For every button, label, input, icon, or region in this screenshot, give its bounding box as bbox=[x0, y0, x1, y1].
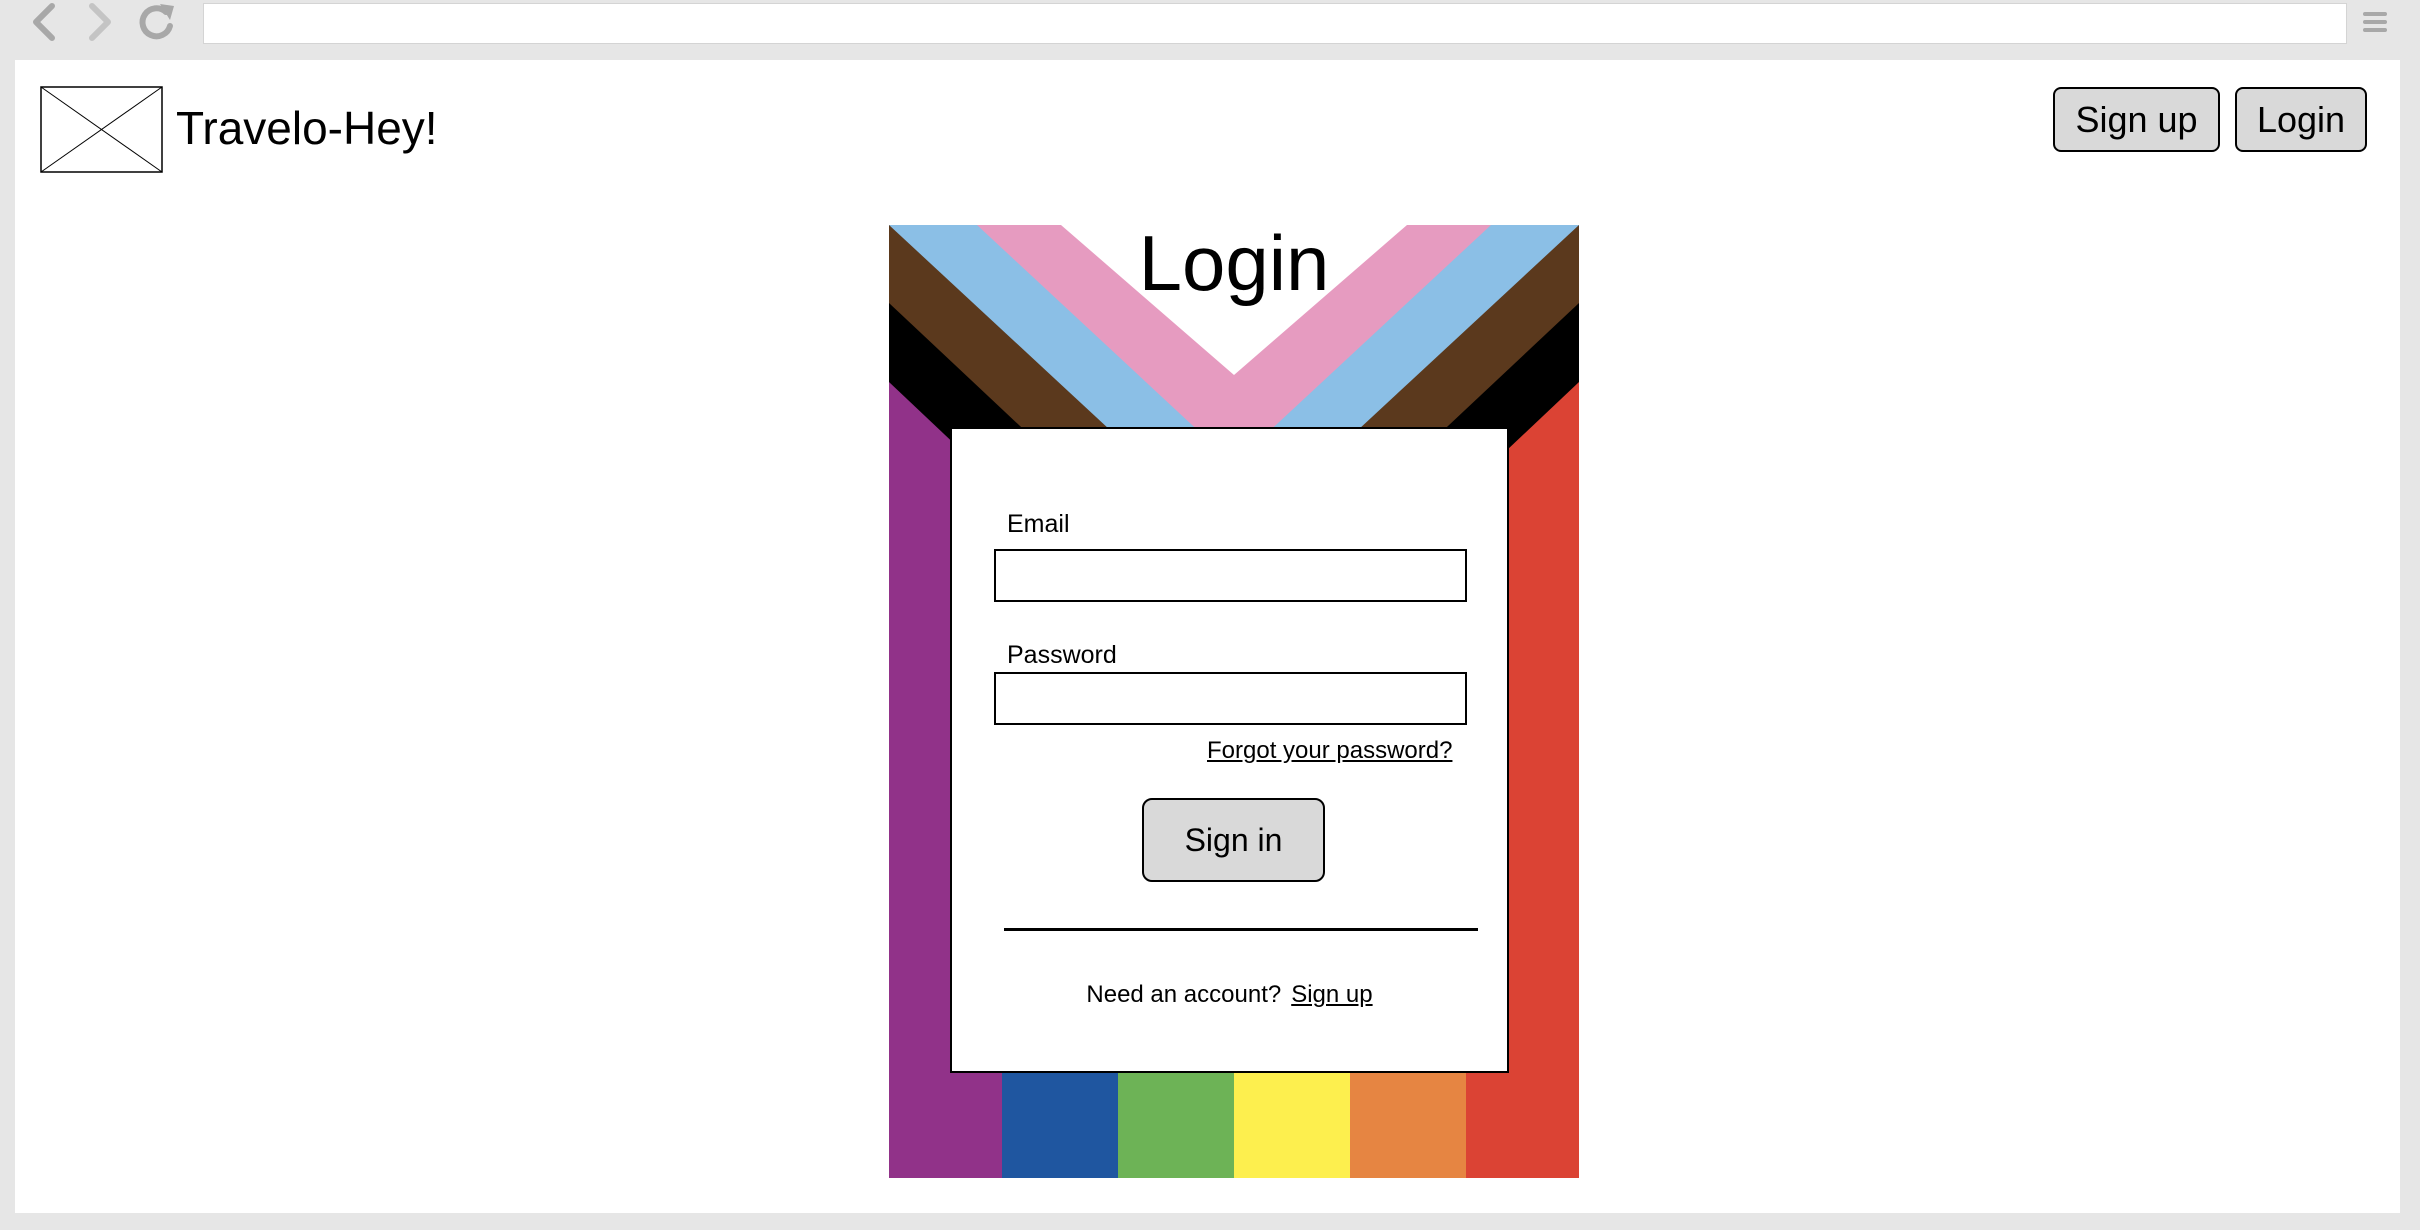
signup-prompt: Need an account? Sign up bbox=[952, 980, 1507, 1010]
forgot-password-link[interactable]: Forgot your password? bbox=[1207, 736, 1452, 766]
email-field[interactable] bbox=[994, 549, 1467, 602]
header-signup-button[interactable]: Sign up bbox=[2053, 87, 2220, 152]
logo-image-placeholder bbox=[40, 86, 163, 173]
signup-link[interactable]: Sign up bbox=[1291, 981, 1372, 1008]
header-login-button[interactable]: Login bbox=[2235, 87, 2367, 152]
email-label: Email bbox=[1007, 510, 1070, 538]
reload-icon[interactable] bbox=[132, 0, 180, 46]
page-title: Login bbox=[1138, 219, 1330, 307]
password-field[interactable] bbox=[994, 672, 1467, 725]
hamburger-menu-icon[interactable] bbox=[2355, 0, 2395, 46]
login-form: Email Password Forgot your password? Sig… bbox=[950, 427, 1509, 1073]
need-account-text: Need an account? bbox=[1086, 981, 1282, 1008]
sign-in-button[interactable]: Sign in bbox=[1142, 798, 1325, 882]
chevron-right-icon[interactable] bbox=[76, 0, 124, 46]
address-bar[interactable] bbox=[203, 3, 2347, 44]
chevron-left-icon[interactable] bbox=[20, 0, 68, 46]
password-label: Password bbox=[1007, 641, 1117, 669]
brand-name: Travelo-Hey! bbox=[176, 102, 438, 154]
divider bbox=[1004, 928, 1478, 931]
browser-toolbar bbox=[0, 0, 2420, 58]
